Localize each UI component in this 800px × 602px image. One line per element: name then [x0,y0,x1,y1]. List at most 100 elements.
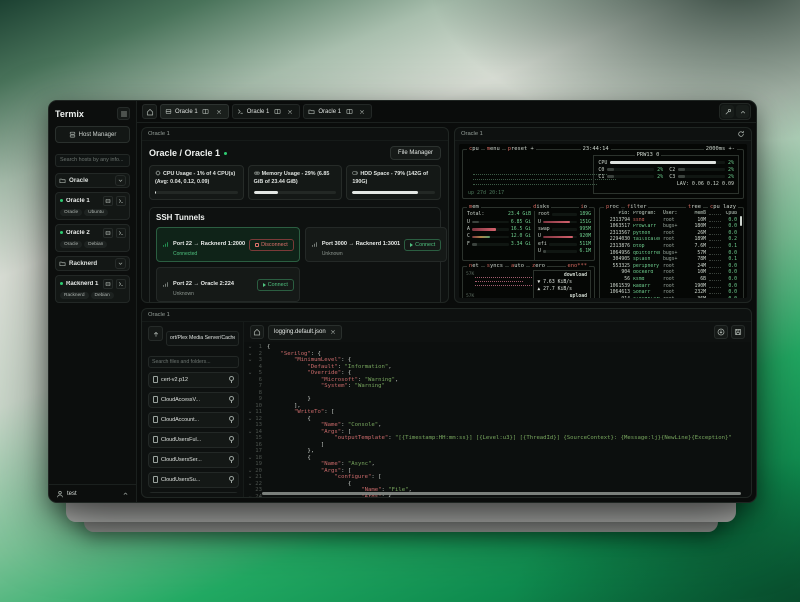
process-row[interactable]: 304905 splash bugs+ 78M 0.1 [604,257,737,264]
menu-button[interactable] [117,107,130,120]
net-chip[interactable]: zero [530,263,547,270]
proc-chip[interactable]: filter [625,204,648,211]
sort-selector[interactable]: cpu lazy [708,204,738,211]
host-terminal-button[interactable] [116,279,126,289]
fold-caret[interactable]: › [246,474,253,480]
process-row[interactable]: 56 ksmd root 6B 0.0 [604,277,737,284]
process-row[interactable]: 2313876 btop root 7.6M 0.1 [604,244,737,251]
btop-toolbar-chip[interactable]: menu [485,146,502,153]
pin-icon[interactable] [227,476,234,483]
process-row[interactable]: 914 cloudflared root 36M 0.0 [604,297,737,298]
disk-row: swap 995M [538,226,591,233]
pin-icon[interactable] [227,436,234,443]
process-row[interactable]: 2294030 tailscaled root 189M 0.2 [604,237,737,244]
tunnel-card[interactable]: Port 22 → Racknerd 1:2000 Connected Disc… [156,227,300,262]
file-item[interactable]: CloudUsersSer... [148,452,239,468]
host-search-input[interactable] [55,154,130,167]
tools-button[interactable] [721,105,734,118]
host-card[interactable]: Racknerd 1 Ra [55,275,130,303]
host-group-header[interactable]: Oracle [55,173,130,188]
horizontal-scrollbar[interactable] [262,492,741,495]
io-chip[interactable]: io [579,204,590,211]
pin-icon[interactable] [227,456,234,463]
pin-icon[interactable] [227,376,234,383]
mem-chip[interactable]: mem [467,204,481,211]
editor-home-button[interactable] [250,325,264,339]
tab-files-oracle-1[interactable]: Oracle 1 [303,104,372,119]
mem-row: F 3.34 Gi [467,241,531,248]
close-tab-button[interactable] [285,107,295,117]
net-chip[interactable]: net [467,263,481,270]
group-collapse-button[interactable] [115,258,126,269]
proc-chip[interactable]: proc [604,204,621,211]
btop-toolbar-chip[interactable]: preset + [506,146,536,153]
tunnel-action-button[interactable]: Connect [404,239,441,251]
file-manager-button[interactable]: File Manager [390,146,441,160]
close-icon[interactable] [330,329,336,335]
host-stats-button[interactable] [103,228,113,238]
file-item[interactable]: cert-v2.p12 [148,372,239,388]
net-chip[interactable]: auto [509,263,526,270]
fold-caret[interactable]: › [246,416,253,422]
home-button[interactable] [142,104,157,119]
file-item[interactable]: CloudUsersTo... [148,492,239,494]
tree-toggle[interactable]: tree [686,204,703,211]
fold-caret[interactable]: › [246,494,253,497]
fold-caret[interactable]: › [246,357,253,363]
chevron-up-icon[interactable] [122,490,129,497]
host-stats-button[interactable] [103,279,113,289]
split-view-button[interactable] [344,107,354,117]
process-row[interactable]: 904 dockerd root 10M 0.0 [604,270,737,277]
btop-toolbar-chip[interactable]: cpu [467,146,481,153]
fold-caret[interactable]: › [246,468,253,474]
process-row[interactable]: 1063517 Prowlarr bugs+ 180M 0.0 [604,224,737,231]
file-item[interactable]: CloudAccessV... [148,392,239,408]
tunnel-card[interactable]: Port 3000 → Racknerd 1:3001 Unknown Conn… [305,227,447,262]
code-editor[interactable]: › 1 { › 2 "Serilog": { › 3 [244,342,751,497]
pin-icon[interactable] [227,416,234,423]
tab-server-oracle-1[interactable]: Oracle 1 [160,104,229,119]
fold-caret[interactable]: › [246,344,253,350]
fold-caret[interactable]: › [246,409,253,415]
file-item[interactable]: CloudUsersFul... [148,432,239,448]
editor-tab[interactable]: logging.default.json [268,325,342,340]
process-scrollbar[interactable] [740,216,742,226]
host-list[interactable]: Oracle Oracle 1 [49,173,136,485]
disks-chip[interactable]: disks [531,204,551,211]
close-tab-button[interactable] [214,107,224,117]
process-row[interactable]: 1064613 Sonarr root 232M 0.0 [604,290,737,297]
tunnel-action-button[interactable]: Disconnect [249,239,294,251]
tunnel-card[interactable]: Port 22 → Oracle 2:224 Unknown Connect [156,267,300,302]
fold-caret[interactable]: › [246,351,253,357]
collapse-button[interactable] [736,105,749,118]
host-card[interactable]: Oracle 1 Orac [55,192,130,220]
download-button[interactable] [714,325,728,339]
fold-caret[interactable]: › [246,429,253,435]
fold-caret[interactable]: › [246,370,253,376]
file-item[interactable]: CloudAccount... [148,412,239,428]
host-stats-button[interactable] [103,196,113,206]
refresh-icon[interactable] [737,130,745,138]
host-terminal-button[interactable] [116,228,126,238]
file-item[interactable]: CloudUsersSu... [148,472,239,488]
host-group-header[interactable]: Racknerd [55,256,130,271]
pin-icon[interactable] [227,396,234,403]
fold-caret[interactable]: › [246,481,253,487]
tab-terminal-oracle-1[interactable]: Oracle 1 [232,104,301,119]
split-view-button[interactable] [272,107,282,117]
user-footer[interactable]: test [49,484,136,502]
save-button[interactable] [731,325,745,339]
terminal-screen[interactable]: cpumenupreset + 23:44:14 2000ms +- up 27… [459,144,747,298]
group-collapse-button[interactable] [115,175,126,186]
fold-caret[interactable]: › [246,455,253,461]
host-manager-button[interactable]: Host Manager [55,126,130,143]
close-tab-button[interactable] [357,107,367,117]
up-directory-button[interactable] [148,326,163,341]
host-terminal-button[interactable] [116,196,126,206]
net-chip[interactable]: syncs [485,263,505,270]
file-search-input[interactable] [148,356,239,368]
split-view-button[interactable] [201,107,211,117]
tunnel-action-button[interactable]: Connect [257,279,294,291]
path-input[interactable] [166,331,239,346]
host-card[interactable]: Oracle 2 Orac [55,224,130,252]
